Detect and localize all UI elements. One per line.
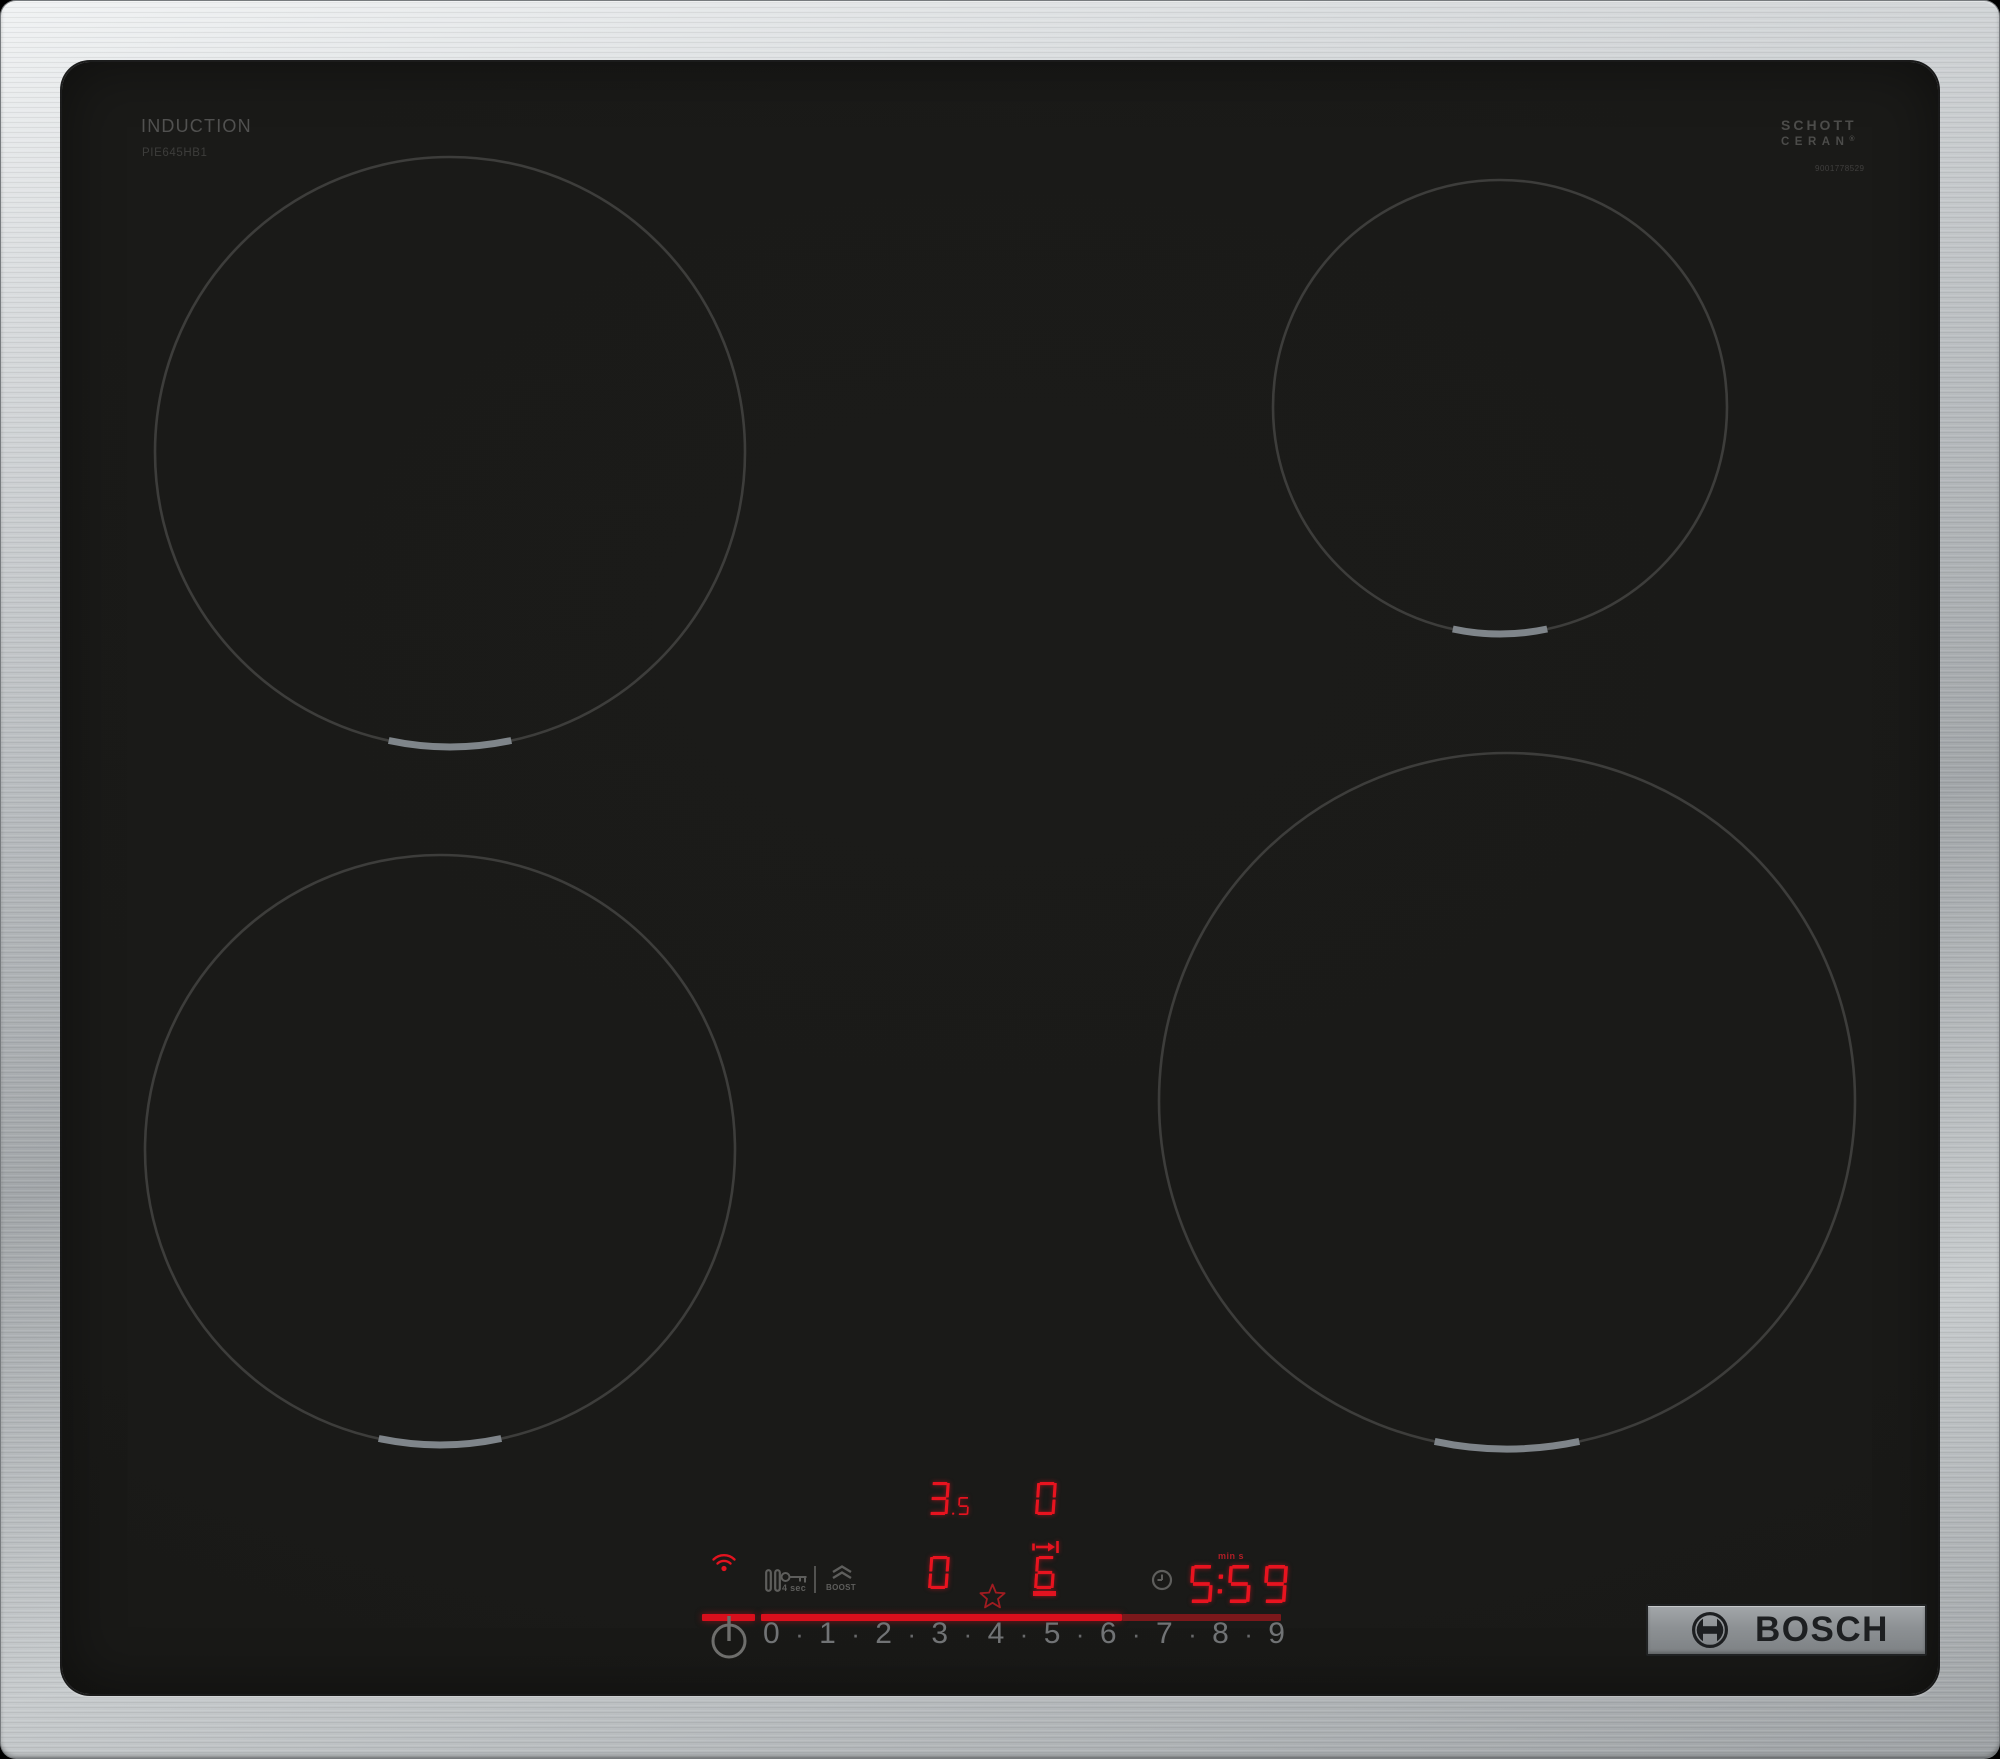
display-zone-front-right[interactable] xyxy=(1034,1556,1055,1589)
panel-divider xyxy=(814,1566,816,1593)
ceramic-glass-surface xyxy=(62,62,1938,1694)
scale-dot: · xyxy=(963,1619,973,1649)
schott-logo-line2: CERAN® xyxy=(1781,136,1855,148)
seven-segment-char xyxy=(930,1482,950,1515)
power-level-scale[interactable]: 0 · 1 · 2 · 3 · 4 · 5 · 6 · 7 · 8 · 9 xyxy=(763,1616,1285,1652)
favourite-star-icon[interactable] xyxy=(979,1583,1006,1609)
timer-clock-icon[interactable] xyxy=(1151,1569,1173,1591)
power-level-6[interactable]: 6 xyxy=(1100,1619,1117,1649)
scale-dot: · xyxy=(1131,1619,1141,1649)
power-level-2[interactable]: 2 xyxy=(875,1619,892,1649)
scale-dot: · xyxy=(795,1619,804,1649)
serial-number: 9001778529 xyxy=(1815,164,1865,173)
zone-selected-underline xyxy=(1033,1591,1056,1596)
display-zone-back-right[interactable] xyxy=(1035,1482,1057,1515)
seven-segment-char xyxy=(1264,1565,1289,1603)
seven-segment-char xyxy=(928,1556,950,1589)
power-level-3[interactable]: 3 xyxy=(931,1619,948,1649)
display-zone-front-left[interactable] xyxy=(928,1556,950,1589)
pause-icon[interactable] xyxy=(765,1569,781,1592)
model-number: PIE645HB1 xyxy=(142,147,208,159)
scale-dot: · xyxy=(1075,1619,1085,1649)
bosch-wordmark: BOSCH xyxy=(1755,1610,1889,1649)
power-level-9[interactable]: 9 xyxy=(1268,1619,1285,1649)
seven-segment-char xyxy=(1190,1565,1213,1603)
scale-dot: · xyxy=(1019,1619,1029,1649)
induction-label: INDUCTION xyxy=(141,116,252,136)
power-level-0[interactable]: 0 xyxy=(763,1619,780,1649)
scale-dot: · xyxy=(1244,1619,1253,1649)
seven-segment-char xyxy=(1034,1556,1055,1589)
power-level-7[interactable]: 7 xyxy=(1156,1619,1173,1649)
scale-dot: · xyxy=(1188,1619,1197,1649)
power-level-8[interactable]: 8 xyxy=(1212,1619,1229,1649)
power-level-1[interactable]: 1 xyxy=(819,1619,836,1649)
induction-hob: INDUCTION PIE645HB1 SCHOTT CERAN® 900177… xyxy=(0,0,2000,1759)
seven-segment-char xyxy=(951,1512,955,1515)
display-zone-back-left[interactable] xyxy=(929,1482,970,1515)
boost-icon[interactable] xyxy=(831,1565,853,1580)
wifi-icon xyxy=(712,1554,736,1572)
scale-dot: · xyxy=(907,1619,917,1649)
seven-segment-char xyxy=(1227,1565,1251,1603)
seven-segment-char xyxy=(958,1496,970,1515)
power-icon[interactable] xyxy=(711,1610,747,1660)
seven-segment-char xyxy=(1035,1482,1057,1515)
schott-logo-line1: SCHOTT xyxy=(1781,117,1857,133)
scale-dot: · xyxy=(851,1619,860,1649)
power-level-5[interactable]: 5 xyxy=(1044,1619,1061,1649)
key-lock-label: 4 sec xyxy=(782,1583,807,1593)
bosch-badge: BOSCH xyxy=(1646,1604,1927,1656)
bosch-logo-icon xyxy=(1692,1612,1728,1648)
timer-display xyxy=(1190,1565,1289,1603)
boost-label: BOOST xyxy=(826,1583,856,1592)
seven-segment-char xyxy=(1217,1574,1223,1594)
power-level-4[interactable]: 4 xyxy=(988,1619,1005,1649)
registered-mark: ® xyxy=(1849,136,1855,143)
timer-unit-label: min s xyxy=(1218,1551,1245,1561)
move-pan-icon xyxy=(1032,1541,1059,1553)
